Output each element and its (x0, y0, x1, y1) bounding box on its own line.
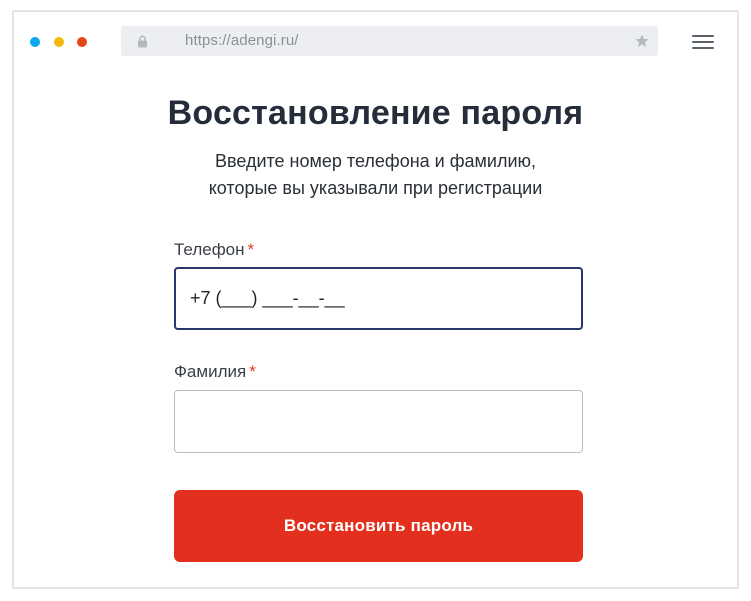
phone-required-mark: * (247, 240, 255, 259)
hamburger-menu-icon[interactable] (692, 33, 716, 51)
subtitle-line-2: которые вы указывали при регистрации (208, 178, 543, 198)
page-title: Восстановление пароля (167, 94, 584, 132)
traffic-light-red[interactable] (77, 37, 87, 47)
page-subtitle: Введите номер телефона и фамилию, которы… (14, 148, 737, 202)
traffic-light-blue[interactable] (30, 37, 40, 47)
surname-label-text: Фамилия (174, 362, 247, 381)
surname-required-mark: * (249, 362, 256, 381)
url-text: https://adengi.ru/ (185, 32, 299, 49)
browser-window: https://adengi.ru/ Восстановление пароля… (12, 10, 739, 589)
phone-label-text: Телефон (174, 240, 245, 259)
surname-label: Фамилия * (174, 362, 256, 382)
star-icon[interactable] (634, 33, 650, 49)
browser-toolbar: https://adengi.ru/ (14, 12, 737, 68)
lock-icon (136, 35, 149, 48)
address-bar[interactable]: https://adengi.ru/ (121, 26, 658, 56)
subtitle-line-1: Введите номер телефона и фамилию, (214, 151, 537, 171)
surname-input[interactable] (174, 390, 583, 453)
restore-password-button[interactable]: Восстановить пароль (174, 490, 583, 562)
traffic-light-yellow[interactable] (54, 37, 64, 47)
phone-input[interactable] (174, 267, 583, 330)
phone-label: Телефон * (174, 240, 254, 260)
